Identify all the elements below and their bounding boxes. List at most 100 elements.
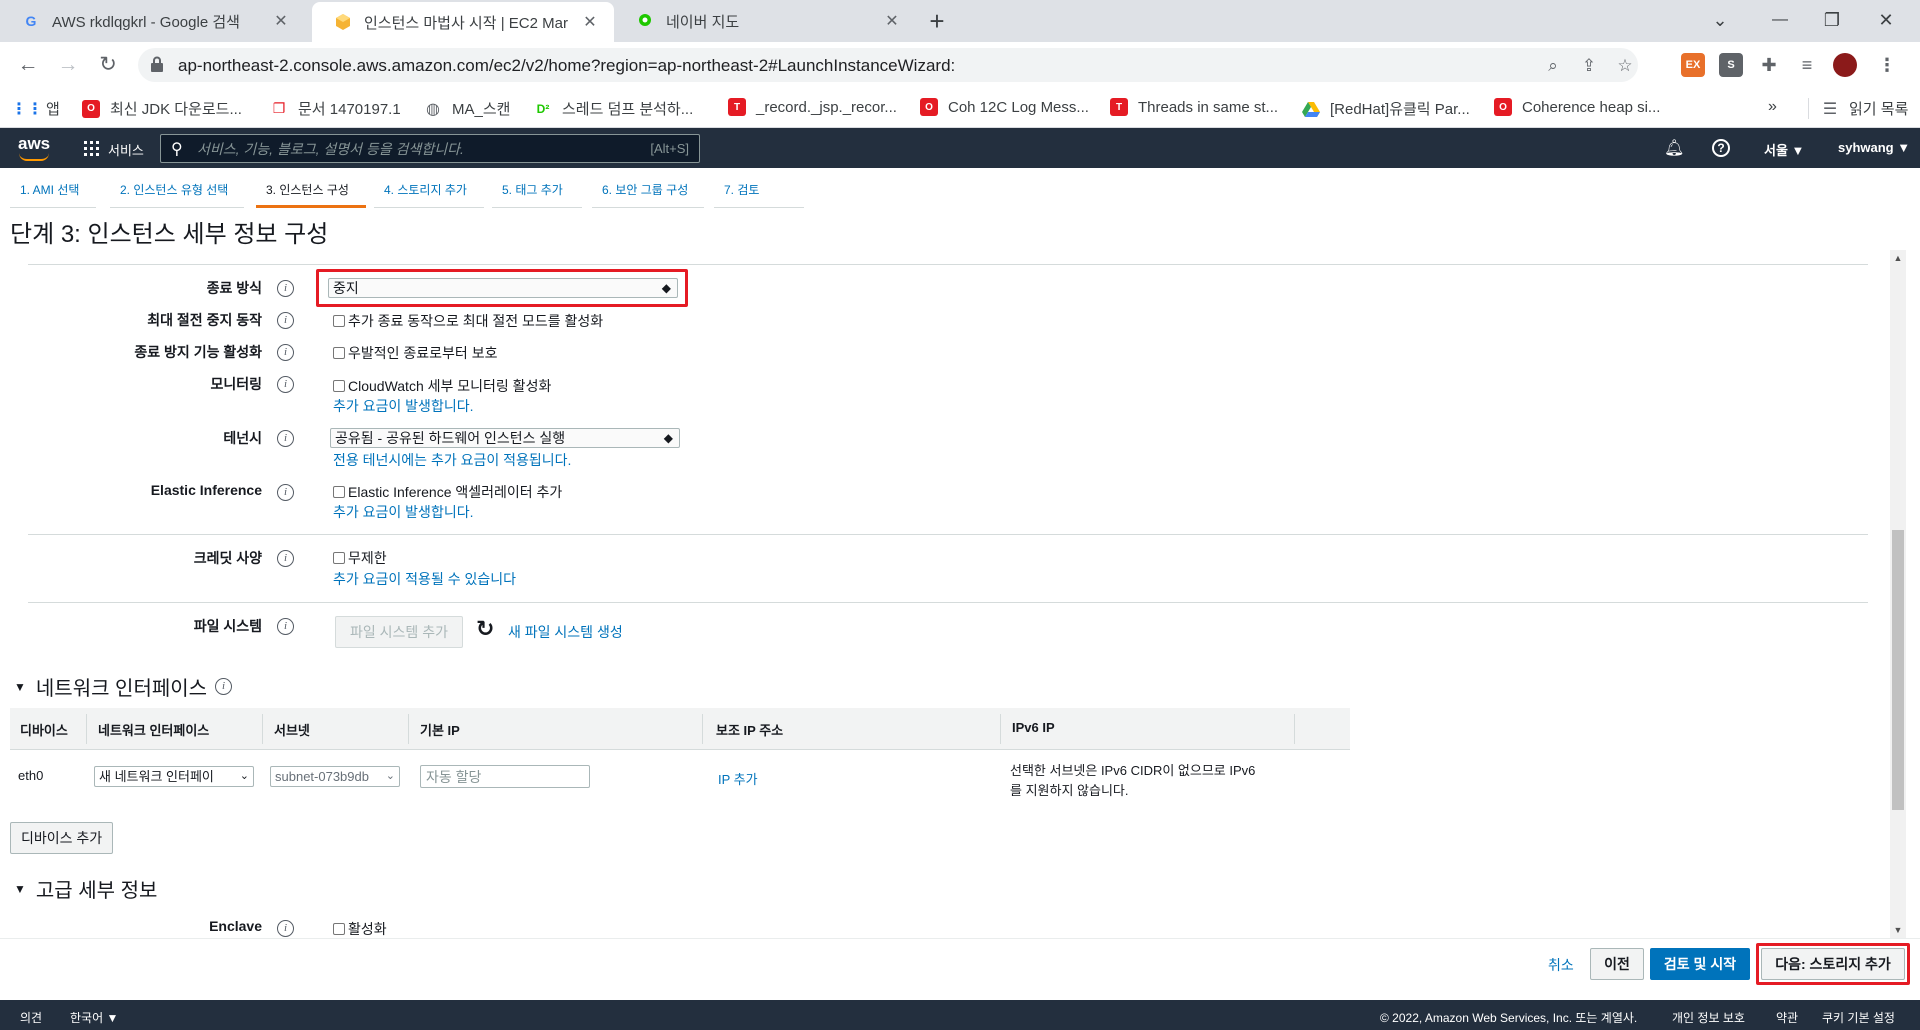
refresh-icon[interactable]: ↻ — [476, 616, 494, 642]
monitoring-pricing-link[interactable]: 추가 요금이 발생합니다. — [333, 396, 473, 416]
step-instance-type[interactable]: 2. 인스턴스 유형 선택 — [110, 181, 244, 208]
share-icon[interactable]: ⇪ — [1578, 56, 1600, 76]
review-and-launch-button[interactable]: 검토 및 시작 — [1650, 948, 1750, 980]
browser-tab-naver[interactable]: 네이버 지도 ✕ — [614, 0, 916, 42]
network-section-header[interactable]: ▼ 네트워크 인터페이스 i — [14, 672, 233, 701]
puzzle-icon[interactable]: ✚ — [1757, 53, 1781, 77]
ei-pricing-link[interactable]: 추가 요금이 발생합니다. — [333, 502, 473, 522]
previous-button[interactable]: 이전 — [1590, 948, 1644, 980]
advanced-section-header[interactable]: ▼ 고급 세부 정보 — [14, 874, 157, 903]
cookie-preferences-link[interactable]: 쿠키 기본 설정 — [1822, 1009, 1895, 1026]
add-file-system-button[interactable]: 파일 시스템 추가 — [335, 616, 463, 648]
credit-checkbox-row[interactable]: 무제한 — [333, 548, 387, 568]
tenancy-select[interactable]: 공유됨 - 공유된 하드웨어 인스턴스 실행 ◆ — [330, 428, 680, 448]
add-device-button[interactable]: 디바이스 추가 — [10, 822, 114, 854]
bookmark-coherence-heap[interactable]: O Coherence heap si... — [1494, 98, 1660, 116]
info-icon[interactable]: i — [215, 678, 233, 695]
step-add-storage[interactable]: 4. 스토리지 추가 — [374, 181, 484, 208]
step-add-tags[interactable]: 5. 태그 추가 — [492, 181, 582, 208]
avatar[interactable] — [1833, 53, 1857, 77]
help-icon[interactable]: ? — [1712, 139, 1730, 157]
step-configure-instance[interactable]: 3. 인스턴스 구성 — [256, 181, 366, 208]
browser-tab-google[interactable]: G AWS rkdlqgkrl - Google 검색 ✕ — [0, 0, 305, 42]
region-selector[interactable]: 서울 ▼ — [1764, 140, 1804, 159]
bookmark-apps[interactable]: ⋮⋮ 앱 — [11, 98, 60, 119]
info-icon[interactable]: i — [277, 550, 294, 567]
bookmark-star-icon[interactable]: ☆ — [1614, 56, 1636, 76]
step-security-group[interactable]: 6. 보안 그룹 구성 — [592, 181, 704, 208]
info-icon[interactable]: i — [277, 280, 294, 297]
kebab-menu-icon[interactable]: ⋮ — [1875, 53, 1899, 77]
info-icon[interactable]: i — [277, 618, 294, 635]
extension-s-icon[interactable]: S — [1719, 53, 1743, 77]
zoom-icon[interactable]: ⌕ — [1542, 56, 1564, 76]
extension-ex-icon[interactable]: EX — [1681, 53, 1705, 77]
bookmark-ma[interactable]: ◍ MA_스캔 — [424, 98, 510, 119]
bookmarks-overflow-button[interactable]: » — [1768, 98, 1777, 116]
info-icon[interactable]: i — [277, 344, 294, 361]
aws-logo[interactable]: aws — [18, 134, 50, 161]
termination-checkbox[interactable] — [333, 347, 345, 359]
monitoring-checkbox-row[interactable]: CloudWatch 세부 모니터링 활성화 — [333, 376, 551, 396]
enclave-checkbox[interactable] — [333, 923, 345, 935]
cancel-link[interactable]: 취소 — [1548, 955, 1574, 975]
reading-list-button[interactable]: ☰ 읽기 목록 — [1808, 98, 1908, 119]
subnet-select[interactable]: subnet-073b9db ⌄ — [270, 766, 400, 787]
add-ip-link[interactable]: IP 추가 — [718, 769, 758, 788]
info-icon[interactable]: i — [277, 430, 294, 447]
forward-button[interactable]: → — [54, 51, 82, 79]
termination-checkbox-row[interactable]: 우발적인 종료로부터 보호 — [333, 343, 497, 363]
back-button[interactable]: ← — [14, 51, 42, 79]
credit-pricing-link[interactable]: 추가 요금이 적용될 수 있습니다 — [333, 569, 516, 589]
tenancy-pricing-link[interactable]: 전용 테넌시에는 추가 요금이 적용됩니다. — [333, 450, 571, 470]
account-menu[interactable]: syhwang ▼ — [1838, 140, 1910, 155]
monitoring-checkbox[interactable] — [333, 380, 345, 392]
content-scrollbar[interactable]: ▲ ▼ — [1890, 250, 1906, 938]
ei-checkbox[interactable] — [333, 486, 345, 498]
info-icon[interactable]: i — [277, 920, 294, 937]
close-window-button[interactable]: ✕ — [1866, 6, 1906, 34]
bookmark-record[interactable]: T _record._jsp._recor... — [728, 98, 897, 116]
terms-link[interactable]: 약관 — [1776, 1009, 1798, 1026]
close-icon[interactable]: ✕ — [271, 11, 291, 31]
bookmark-jdk[interactable]: O 최신 JDK 다운로드... — [82, 98, 242, 119]
scroll-down-arrow-icon[interactable]: ▼ — [1890, 922, 1906, 938]
browser-tab-ec2[interactable]: 인스턴스 마법사 시작 | EC2 Mar ✕ — [312, 2, 614, 42]
bookmark-threads[interactable]: T Threads in same st... — [1110, 98, 1278, 116]
bookmark-doc[interactable]: ❐ 문서 1470197.1 — [270, 98, 401, 119]
ei-checkbox-row[interactable]: Elastic Inference 액셀러레이터 추가 — [333, 482, 562, 502]
address-bar[interactable]: ap-northeast-2.console.aws.amazon.com/ec… — [138, 48, 1638, 82]
services-grid-icon[interactable] — [84, 141, 99, 156]
language-selector[interactable]: 한국어 ▼ — [70, 1009, 118, 1026]
close-icon[interactable]: ✕ — [882, 11, 902, 31]
feedback-link[interactable]: 의견 — [20, 1009, 42, 1026]
media-queue-icon[interactable]: ≡ — [1795, 53, 1819, 77]
bookmark-redhat[interactable]: [RedHat]유클릭 Par... — [1302, 98, 1470, 119]
services-menu[interactable]: 서비스 — [108, 140, 144, 159]
scrollbar-thumb[interactable] — [1892, 530, 1904, 810]
enclave-checkbox-row[interactable]: 활성화 — [333, 919, 387, 938]
info-icon[interactable]: i — [277, 312, 294, 329]
aws-search-input[interactable] — [197, 138, 617, 160]
new-tab-button[interactable]: + — [922, 6, 952, 36]
step-ami[interactable]: 1. AMI 선택 — [10, 181, 96, 208]
create-file-system-link[interactable]: 새 파일 시스템 생성 — [508, 622, 623, 642]
primary-ip-input[interactable] — [420, 765, 590, 788]
privacy-link[interactable]: 개인 정보 보호 — [1672, 1009, 1745, 1026]
scroll-up-arrow-icon[interactable]: ▲ — [1890, 250, 1906, 266]
info-icon[interactable]: i — [277, 376, 294, 393]
aws-search-box[interactable]: ⚲ [Alt+S] — [160, 134, 700, 163]
step-review[interactable]: 7. 검토 — [714, 181, 804, 208]
close-icon[interactable]: ✕ — [580, 12, 600, 32]
tab-search-icon[interactable]: ⌄ — [1700, 6, 1740, 34]
hibernate-checkbox[interactable] — [333, 315, 345, 327]
info-icon[interactable]: i — [277, 484, 294, 501]
restore-button[interactable]: ❐ — [1812, 6, 1852, 34]
unlimited-checkbox[interactable] — [333, 552, 345, 564]
reload-button[interactable]: ↻ — [94, 51, 122, 79]
hibernate-checkbox-row[interactable]: 추가 종료 동작으로 최대 절전 모드를 활성화 — [333, 311, 603, 331]
notifications-bell-icon[interactable]: 🔔︎ — [1664, 138, 1684, 158]
network-interface-select[interactable]: 새 네트워크 인터페이 ⌄ — [94, 766, 254, 787]
bookmark-coh-log[interactable]: O Coh 12C Log Mess... — [920, 98, 1089, 116]
bookmark-thread-dump[interactable]: D² 스레드 덤프 분석하... — [534, 98, 694, 119]
